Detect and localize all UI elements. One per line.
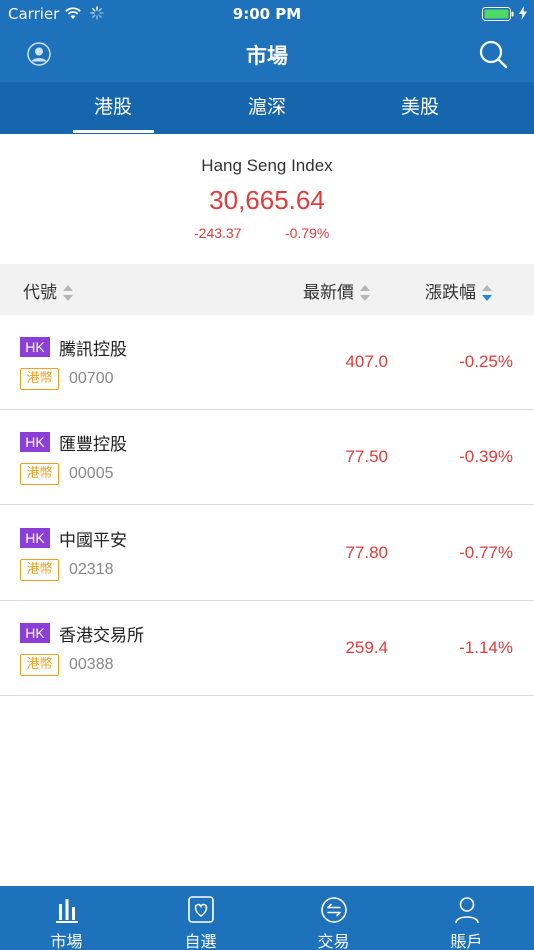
bottom-tab-label: 交易 bbox=[317, 932, 350, 950]
stock-code: 00388 bbox=[69, 656, 114, 673]
market-badge: HK bbox=[20, 623, 50, 643]
stock-name: 中國平安 bbox=[59, 531, 127, 551]
sort-by-code[interactable]: 代號 bbox=[23, 278, 73, 303]
clock: 9:00 PM bbox=[232, 5, 302, 23]
bottom-tab-market[interactable]: 市場 bbox=[0, 886, 133, 950]
active-tab-indicator bbox=[73, 130, 154, 133]
bar-chart-icon bbox=[56, 899, 78, 923]
stock-name: 香港交易所 bbox=[59, 626, 144, 646]
currency-badge: 港幣 bbox=[20, 654, 59, 676]
stock-price: 259.4 bbox=[345, 638, 388, 657]
stock-name: 騰訊控股 bbox=[59, 340, 127, 360]
column-label-price: 最新價 bbox=[303, 283, 354, 303]
person-icon bbox=[455, 897, 479, 924]
market-badge: HK bbox=[20, 528, 50, 548]
currency-badge: 港幣 bbox=[20, 368, 59, 390]
stock-change-pct: -1.14% bbox=[459, 638, 513, 657]
index-change: -243.37 bbox=[194, 225, 242, 241]
table-row[interactable]: HK 騰訊控股 港幣 00700 407.0 -0.25% bbox=[0, 315, 534, 410]
exchange-icon bbox=[321, 897, 347, 923]
bottom-tab-label: 自選 bbox=[184, 932, 217, 950]
stock-code: 02318 bbox=[69, 561, 114, 578]
currency-badge: 港幣 bbox=[20, 559, 59, 581]
sort-by-price[interactable]: 最新價 bbox=[303, 278, 370, 303]
bottom-tab-trade[interactable]: 交易 bbox=[267, 886, 400, 950]
nav-bar: 市場 bbox=[0, 28, 534, 82]
index-change-pct: -0.79% bbox=[285, 225, 330, 241]
stock-price: 77.50 bbox=[345, 447, 388, 466]
bottom-tab-bar: 市場 自選 交易 賬戶 bbox=[0, 886, 534, 950]
bottom-tab-watchlist[interactable]: 自選 bbox=[134, 886, 267, 950]
index-value: 30,665.64 bbox=[209, 185, 325, 215]
market-badge: HK bbox=[20, 337, 50, 357]
app-header: Carrier 9:00 PM 市場 bbox=[0, 0, 534, 82]
tab-sh-sz-stocks[interactable]: 滬深 bbox=[207, 82, 327, 134]
stock-change-pct: -0.25% bbox=[459, 352, 513, 371]
table-row[interactable]: HK 匯豐控股 港幣 00005 77.50 -0.39% bbox=[0, 410, 534, 505]
bottom-tab-label: 市場 bbox=[50, 932, 83, 950]
charging-bolt-icon bbox=[519, 6, 527, 20]
stock-price: 407.0 bbox=[345, 352, 388, 371]
bottom-tab-label: 賬戶 bbox=[450, 932, 483, 950]
column-label-code: 代號 bbox=[23, 283, 57, 303]
index-name: Hang Seng Index bbox=[201, 156, 333, 175]
tab-hk-stocks[interactable]: 港股 bbox=[53, 82, 173, 134]
sort-descending-icon bbox=[482, 285, 492, 301]
stock-change-pct: -0.39% bbox=[459, 447, 513, 466]
stock-name: 匯豐控股 bbox=[59, 435, 127, 455]
stock-price: 77.80 bbox=[345, 543, 388, 562]
column-label-change: 漲跌幅 bbox=[425, 283, 476, 303]
sort-by-change[interactable]: 漲跌幅 bbox=[425, 278, 492, 303]
table-header: 代號 最新價 漲跌幅 bbox=[0, 264, 534, 315]
heart-icon bbox=[188, 896, 214, 923]
currency-badge: 港幣 bbox=[20, 463, 59, 485]
bottom-tab-account[interactable]: 賬戶 bbox=[400, 886, 533, 950]
tab-us-stocks[interactable]: 美股 bbox=[360, 82, 480, 134]
sort-icon bbox=[63, 285, 73, 301]
stock-code: 00700 bbox=[69, 370, 114, 387]
table-row[interactable]: HK 中國平安 港幣 02318 77.80 -0.77% bbox=[0, 506, 534, 601]
table-row[interactable]: HK 香港交易所 港幣 00388 259.4 -1.14% bbox=[0, 601, 534, 696]
stock-change-pct: -0.77% bbox=[459, 543, 513, 562]
market-tabs: 港股 滬深 美股 bbox=[0, 82, 534, 134]
battery-icon bbox=[482, 7, 514, 21]
stock-code: 00005 bbox=[69, 465, 114, 482]
sort-icon bbox=[360, 285, 370, 301]
page-title: 市場 bbox=[246, 44, 288, 68]
status-bar: Carrier 9:00 PM bbox=[0, 0, 534, 28]
market-badge: HK bbox=[20, 432, 50, 452]
search-icon[interactable] bbox=[478, 39, 508, 69]
